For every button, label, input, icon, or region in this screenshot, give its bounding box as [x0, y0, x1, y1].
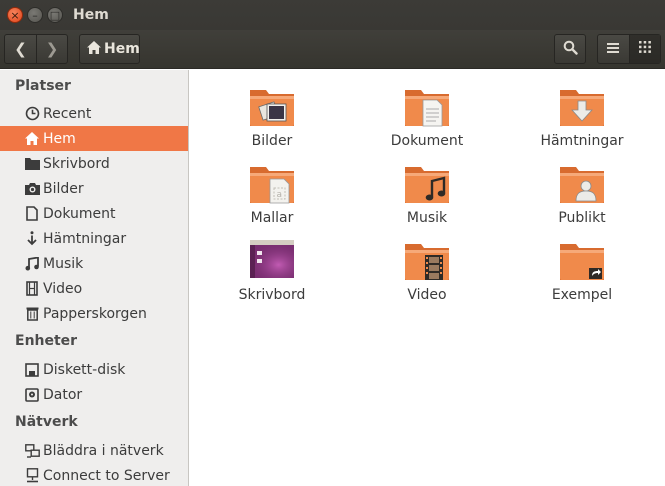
maximize-window-button[interactable]: □ [47, 7, 63, 23]
file-label: Publikt [558, 210, 606, 226]
sidebar-item-label: Musik [43, 255, 84, 272]
file-label: Exempel [551, 287, 613, 303]
sidebar-item-label: Dator [43, 386, 83, 403]
sidebar-item-label: Skrivbord [43, 155, 110, 172]
file-item-documents[interactable]: Dokument [357, 84, 497, 149]
sidebar-item-pictures[interactable]: Bilder [0, 176, 188, 201]
file-item-music[interactable]: Musik [357, 161, 497, 226]
sidebar-item-label: Recent [43, 105, 92, 122]
file-grid: Bilder Dokument Hämtningar a Mallar Musi… [190, 70, 665, 486]
file-label: Bilder [251, 133, 293, 149]
file-label: Musik [406, 210, 448, 226]
music-folder-icon [403, 161, 451, 209]
sidebar-item-desktop[interactable]: Skrivbord [0, 151, 188, 176]
grid-view-button[interactable] [628, 35, 660, 63]
documents-folder-icon [403, 84, 451, 132]
sidebar-item-trash[interactable]: Papperskorgen [0, 301, 188, 326]
trash-icon [24, 306, 40, 322]
file-item-videos[interactable]: Video [357, 238, 497, 303]
videos-folder-icon [403, 238, 451, 286]
back-icon: ❮ [14, 40, 27, 58]
floppy-icon [24, 362, 40, 378]
forward-button[interactable]: ❯ [35, 35, 67, 63]
sidebar-section-network: Nätverk [15, 414, 78, 430]
list-view-icon [607, 41, 620, 57]
camera-icon [24, 181, 40, 197]
sidebar-item-videos[interactable]: Video [0, 276, 188, 301]
server-icon [24, 468, 40, 484]
sidebar-item-label: Connect to Server [43, 467, 170, 484]
sidebar: Platser Recent Hem Skrivbord Bilder Doku… [0, 70, 189, 486]
sidebar-item-music[interactable]: Musik [0, 251, 188, 276]
grid-view-icon [638, 41, 651, 57]
toolbar: ❮ ❯ Hem [0, 30, 665, 69]
sidebar-item-computer[interactable]: Dator [0, 382, 188, 407]
document-icon [24, 206, 40, 222]
pictures-folder-icon [248, 84, 296, 132]
downloads-folder-icon [558, 84, 606, 132]
navigation-buttons: ❮ ❯ [4, 34, 68, 64]
home-icon [87, 40, 101, 58]
desktop-folder-icon [24, 156, 40, 172]
sidebar-item-browse-network[interactable]: Bläddra i nätverk [0, 438, 188, 463]
film-icon [24, 281, 40, 297]
sidebar-item-label: Bläddra i nätverk [43, 442, 164, 459]
sidebar-item-label: Hämtningar [43, 230, 127, 247]
sidebar-item-home[interactable]: Hem [0, 126, 188, 151]
close-icon: × [10, 8, 20, 22]
music-icon [24, 256, 40, 272]
maximize-icon: □ [49, 8, 61, 22]
file-label: Mallar [250, 210, 294, 226]
network-icon [24, 443, 40, 459]
sidebar-item-label: Papperskorgen [43, 305, 147, 322]
home-icon [24, 131, 40, 147]
harddisk-icon [24, 387, 40, 403]
sidebar-item-label: Bilder [43, 180, 84, 197]
window-title: Hem [73, 7, 109, 23]
file-label: Dokument [390, 133, 464, 149]
sidebar-item-label: Video [43, 280, 83, 297]
link-folder-icon [558, 238, 606, 286]
sidebar-section-places: Platser [15, 78, 71, 94]
search-icon [563, 40, 578, 59]
public-folder-icon [558, 161, 606, 209]
view-mode-buttons [597, 34, 661, 64]
desktop-folder-icon [248, 238, 296, 286]
file-label: Hämtningar [540, 133, 624, 149]
minimize-window-button[interactable]: – [27, 7, 43, 23]
close-window-button[interactable]: × [7, 7, 23, 23]
sidebar-item-downloads[interactable]: Hämtningar [0, 226, 188, 251]
sidebar-item-floppy[interactable]: Diskett-disk [0, 357, 188, 382]
title-bar: × – □ Hem [0, 0, 665, 30]
forward-icon: ❯ [45, 40, 59, 58]
templates-folder-icon: a [248, 161, 296, 209]
sidebar-section-devices: Enheter [15, 333, 78, 349]
svg-text:a: a [277, 190, 283, 200]
sidebar-item-documents[interactable]: Dokument [0, 201, 188, 226]
back-button[interactable]: ❮ [5, 35, 36, 63]
path-bar-home-button[interactable]: Hem [79, 34, 140, 64]
file-label: Skrivbord [238, 287, 306, 303]
file-item-templates[interactable]: a Mallar [202, 161, 342, 226]
sidebar-item-connect-server[interactable]: Connect to Server [0, 463, 188, 486]
file-item-pictures[interactable]: Bilder [202, 84, 342, 149]
file-item-public[interactable]: Publikt [512, 161, 652, 226]
clock-icon [24, 106, 40, 122]
search-button[interactable] [554, 34, 586, 64]
sidebar-item-recent[interactable]: Recent [0, 101, 188, 126]
file-item-downloads[interactable]: Hämtningar [512, 84, 652, 149]
sidebar-item-label: Dokument [43, 205, 116, 222]
download-icon [24, 231, 40, 247]
sidebar-item-label: Diskett-disk [43, 361, 126, 378]
path-bar-label: Hem [104, 41, 140, 57]
file-item-desktop[interactable]: Skrivbord [202, 238, 342, 303]
file-item-examples[interactable]: Exempel [512, 238, 652, 303]
file-label: Video [407, 287, 447, 303]
sidebar-item-label: Hem [43, 130, 76, 147]
minimize-icon: – [32, 8, 38, 22]
list-view-button[interactable] [598, 35, 629, 63]
